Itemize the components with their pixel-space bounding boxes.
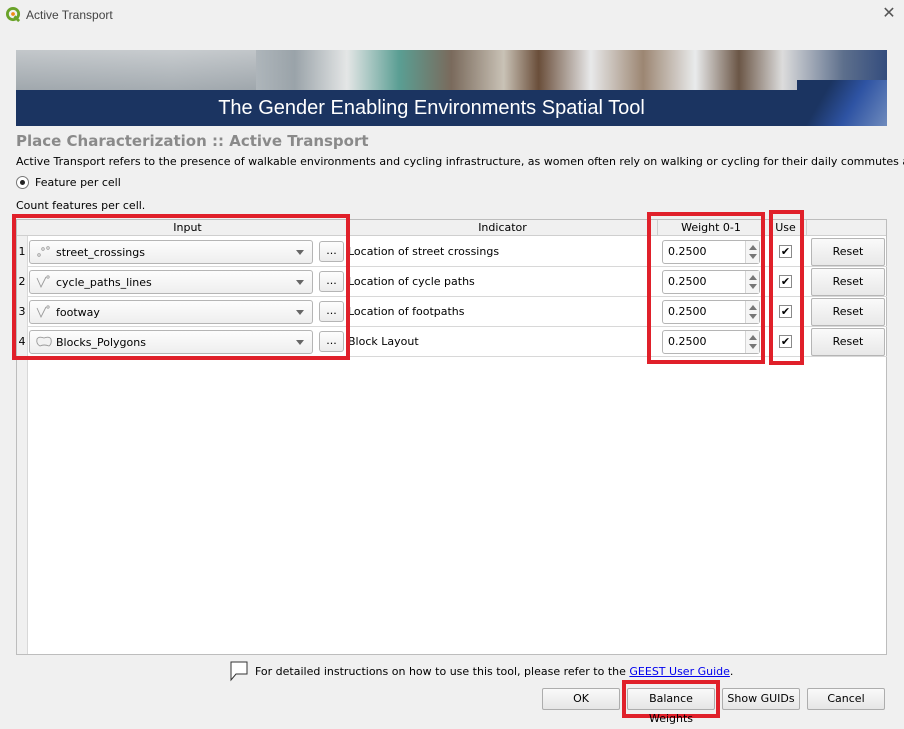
user-guide-link[interactable]: GEEST User Guide <box>629 665 730 678</box>
use-checkbox[interactable]: ✔ <box>779 245 792 258</box>
table-row: 4 Blocks_Polygons ... Block Layout 0.250… <box>17 327 887 357</box>
feature-per-cell-option[interactable]: Feature per cell <box>16 176 121 189</box>
header-indicator[interactable]: Indicator <box>348 220 658 236</box>
banner-image: The Gender Enabling Environments Spatial… <box>16 50 887 126</box>
spin-down-icon[interactable] <box>749 314 757 319</box>
use-checkbox[interactable]: ✔ <box>779 305 792 318</box>
close-icon[interactable]: ✕ <box>880 5 898 23</box>
layer-select[interactable]: footway <box>29 300 313 324</box>
cancel-button[interactable]: Cancel <box>807 688 885 710</box>
window-title: Active Transport <box>26 8 113 22</box>
title-bar: Active Transport ✕ <box>0 0 904 30</box>
weight-value[interactable]: 0.2500 <box>668 331 707 353</box>
table-row: 3 footway ... Location of footpaths 0.25… <box>17 297 887 327</box>
section-title: Place Characterization :: Active Transpo… <box>16 132 369 150</box>
line-layer-icon <box>36 275 50 289</box>
reset-button[interactable]: Reset <box>811 268 885 296</box>
weight-spinbox[interactable]: 0.2500 <box>662 330 760 354</box>
row-number: 2 <box>17 267 28 297</box>
reset-button[interactable]: Reset <box>811 328 885 356</box>
header-input[interactable]: Input <box>28 220 348 236</box>
row-number: 1 <box>17 237 28 267</box>
header-weight[interactable]: Weight 0-1 <box>658 220 765 236</box>
header-use[interactable]: Use <box>765 220 807 236</box>
reset-button[interactable]: Reset <box>811 238 885 266</box>
spin-up-icon[interactable] <box>749 305 757 310</box>
help-suffix: . <box>729 664 734 678</box>
feature-per-cell-label: Feature per cell <box>35 176 121 189</box>
browse-button[interactable]: ... <box>319 331 344 352</box>
method-description: Count features per cell. <box>16 199 146 212</box>
description-text: Active Transport refers to the presence … <box>16 155 904 168</box>
weight-value[interactable]: 0.2500 <box>668 241 707 263</box>
use-checkbox[interactable]: ✔ <box>779 275 792 288</box>
weight-spinbox[interactable]: 0.2500 <box>662 300 760 324</box>
layer-select[interactable]: Blocks_Polygons <box>29 330 313 354</box>
spin-down-icon[interactable] <box>749 254 757 259</box>
weight-value[interactable]: 0.2500 <box>668 271 707 293</box>
indicator-text: Location of footpaths <box>348 305 465 318</box>
feature-per-cell-radio[interactable] <box>16 176 29 189</box>
indicator-text: Block Layout <box>348 335 419 348</box>
line-layer-icon <box>36 305 50 319</box>
weight-value[interactable]: 0.2500 <box>668 301 707 323</box>
chevron-down-icon <box>296 249 304 255</box>
reset-button[interactable]: Reset <box>811 298 885 326</box>
point-layer-icon <box>37 246 50 257</box>
weight-spinbox[interactable]: 0.2500 <box>662 270 760 294</box>
help-text: For detailed instructions on how to use … <box>255 664 626 678</box>
chevron-down-icon <box>296 339 304 345</box>
speech-bubble-icon <box>230 661 248 682</box>
qgis-logo-icon <box>6 7 21 22</box>
row-number: 3 <box>17 297 28 327</box>
polygon-layer-icon <box>36 336 52 347</box>
browse-button[interactable]: ... <box>319 241 344 262</box>
browse-button[interactable]: ... <box>319 301 344 322</box>
spin-up-icon[interactable] <box>749 245 757 250</box>
help-row: For detailed instructions on how to use … <box>229 660 733 682</box>
balance-weights-button[interactable]: Balance Weights <box>627 688 715 725</box>
row-number: 4 <box>17 327 28 357</box>
ok-button[interactable]: OK <box>542 688 620 710</box>
spin-up-icon[interactable] <box>749 275 757 280</box>
banner-photo <box>16 50 256 94</box>
layer-name: cycle_paths_lines <box>56 275 152 289</box>
banner-title: The Gender Enabling Environments Spatial… <box>218 97 645 119</box>
chevron-down-icon <box>296 309 304 315</box>
browse-button[interactable]: ... <box>319 271 344 292</box>
layer-name: Blocks_Polygons <box>56 335 146 349</box>
indicator-table: Input Indicator Weight 0-1 Use 1 street_… <box>16 219 887 655</box>
spin-down-icon[interactable] <box>749 344 757 349</box>
layer-name: footway <box>56 305 100 319</box>
header-action <box>807 220 887 236</box>
table-header-row: Input Indicator Weight 0-1 Use <box>17 220 886 236</box>
indicator-text: Location of cycle paths <box>348 275 475 288</box>
table-row: 1 street_crossings ... Location of stree… <box>17 237 887 267</box>
spin-up-icon[interactable] <box>749 335 757 340</box>
chevron-down-icon <box>296 279 304 285</box>
weight-spinbox[interactable]: 0.2500 <box>662 240 760 264</box>
layer-select[interactable]: cycle_paths_lines <box>29 270 313 294</box>
layer-select[interactable]: street_crossings <box>29 240 313 264</box>
layer-name: street_crossings <box>56 245 145 259</box>
spin-down-icon[interactable] <box>749 284 757 289</box>
show-guids-button[interactable]: Show GUIDs <box>722 688 800 710</box>
use-checkbox[interactable]: ✔ <box>779 335 792 348</box>
indicator-text: Location of street crossings <box>348 245 500 258</box>
table-row: 2 cycle_paths_lines ... Location of cycl… <box>17 267 887 297</box>
